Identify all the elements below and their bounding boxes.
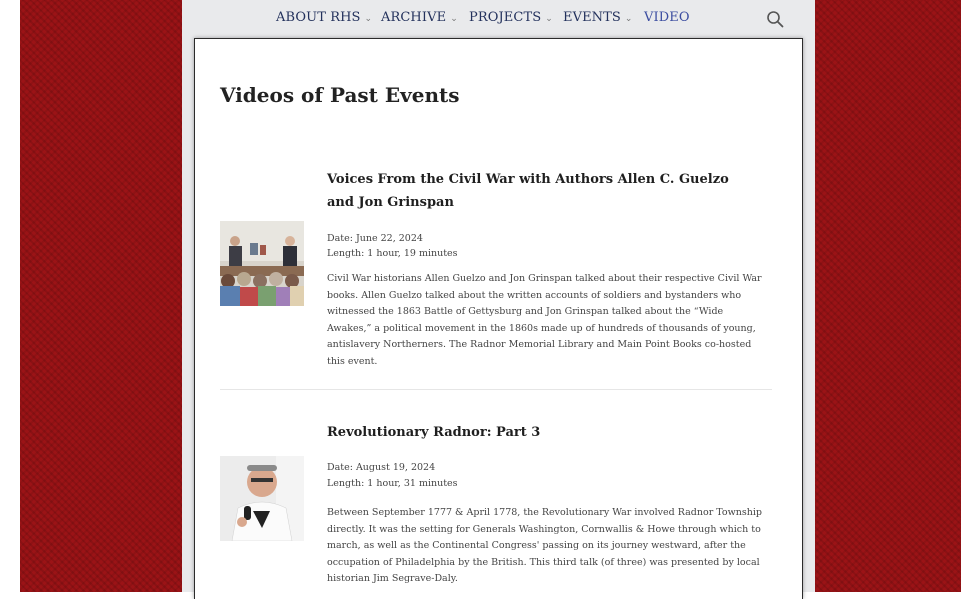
nav-item-video[interactable]: VIDEO (644, 10, 690, 25)
speaker-photo-image (220, 456, 304, 541)
event-photo-image (220, 221, 304, 306)
video-title[interactable]: Revolutionary Radnor: Part 3 (327, 421, 747, 444)
nav-item-label: ABOUT RHS (276, 10, 361, 25)
video-date: Date: August 19, 2024 (327, 462, 436, 473)
video-description: Civil War historians Allen Guelzo and Jo… (327, 273, 762, 367)
main-nav: ABOUT RHS ⌄ ARCHIVE ⌄ PROJECTS ⌄ EVENTS ⌄ VI… (182, 0, 815, 38)
video-length: Length: 1 hour, 19 minutes (327, 248, 458, 259)
chevron-down-icon: ⌄ (450, 14, 458, 24)
chevron-down-icon: ⌄ (624, 14, 633, 24)
video-description: Between September 1777 & April 1778, the… (327, 507, 762, 584)
nav-item-label: PROJECTS (469, 10, 542, 25)
video-thumbnail[interactable] (220, 456, 304, 541)
video-length: Length: 1 hour, 31 minutes (327, 478, 458, 489)
nav-item-label: VIDEO (644, 10, 690, 25)
nav-item-projects[interactable]: PROJECTS ⌄ (469, 10, 553, 25)
chevron-down-icon: ⌄ (364, 14, 373, 24)
video-thumbnail[interactable] (220, 221, 304, 306)
search-icon[interactable] (766, 10, 784, 28)
nav-item-archive[interactable]: ARCHIVE ⌄ (381, 10, 458, 25)
nav-item-label: ARCHIVE (381, 10, 447, 25)
page-margin (0, 0, 20, 592)
chevron-down-icon: ⌄ (545, 14, 553, 24)
video-date: Date: June 22, 2024 (327, 233, 423, 244)
site-wrapper: ABOUT RHS ⌄ ARCHIVE ⌄ PROJECTS ⌄ EVENTS ⌄ VI… (182, 0, 815, 599)
nav-item-label: EVENTS (563, 10, 621, 25)
background-pattern-right (815, 0, 961, 592)
nav-item-events[interactable]: EVENTS ⌄ (563, 10, 633, 25)
page-title: Videos of Past Events (220, 83, 460, 107)
video-title[interactable]: Voices From the Civil War with Authors A… (327, 168, 747, 214)
entry-divider (220, 389, 772, 390)
nav-item-about-rhs[interactable]: ABOUT RHS ⌄ (276, 10, 372, 25)
main-content: Videos of Past Events Voices From the Ci… (194, 38, 803, 599)
background-pattern-left (20, 0, 182, 592)
